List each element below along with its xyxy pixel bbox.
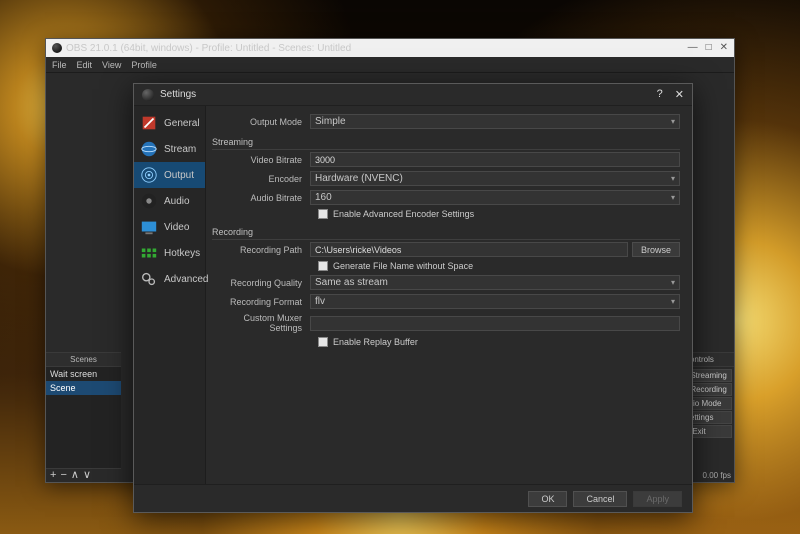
nav-label: Video bbox=[164, 222, 189, 233]
settings-content: Output Mode Simple ▾ Streaming Video Bitr… bbox=[206, 106, 692, 484]
nav-audio[interactable]: Audio bbox=[134, 188, 205, 214]
streaming-section-head: Streaming bbox=[212, 137, 680, 150]
help-icon[interactable]: ? bbox=[657, 88, 663, 101]
hotkeys-icon bbox=[140, 244, 158, 262]
chevron-down-icon: ▾ bbox=[671, 193, 675, 202]
chevron-down-icon: ▾ bbox=[671, 117, 675, 126]
video-bitrate-label: Video Bitrate bbox=[210, 155, 310, 165]
obs-title-text: OBS 21.0.1 (64bit, windows) - Profile: U… bbox=[66, 43, 351, 54]
scene-item[interactable]: Wait screen bbox=[46, 367, 121, 381]
obs-menubar: File Edit View Profile bbox=[46, 57, 734, 73]
settings-dialog: Settings ? ✕ General Stream bbox=[133, 83, 693, 513]
combo-value: flv bbox=[315, 296, 325, 307]
settings-nav: General Stream Output Audio bbox=[134, 106, 206, 484]
scene-up-icon[interactable]: ∧ bbox=[71, 470, 79, 481]
recording-format-label: Recording Format bbox=[210, 297, 310, 307]
obs-title: OBS 21.0.1 (64bit, windows) - Profile: U… bbox=[52, 43, 688, 54]
scene-item[interactable]: Scene bbox=[46, 381, 121, 395]
combo-value: Same as stream bbox=[315, 277, 388, 288]
enable-replay-buffer-label: Enable Replay Buffer bbox=[333, 337, 418, 347]
scene-down-icon[interactable]: ∨ bbox=[83, 470, 91, 481]
recording-quality-label: Recording Quality bbox=[210, 278, 310, 288]
nav-label: Hotkeys bbox=[164, 248, 200, 259]
nav-label: Advanced bbox=[164, 274, 208, 285]
encoder-label: Encoder bbox=[210, 174, 310, 184]
advanced-icon bbox=[140, 270, 158, 288]
combo-value: Simple bbox=[315, 116, 346, 127]
close-icon[interactable]: ✕ bbox=[675, 88, 684, 101]
menu-view[interactable]: View bbox=[102, 60, 121, 70]
cancel-button[interactable]: Cancel bbox=[573, 491, 627, 507]
ok-button[interactable]: OK bbox=[528, 491, 567, 507]
obs-body: Scenes Wait screen Scene + − ∧ ∨ Control… bbox=[46, 73, 734, 482]
settings-app-icon bbox=[142, 89, 154, 101]
menu-profile[interactable]: Profile bbox=[131, 60, 157, 70]
recording-format-select[interactable]: flv ▾ bbox=[310, 294, 680, 309]
browse-button[interactable]: Browse bbox=[632, 242, 680, 257]
obs-titlebar[interactable]: OBS 21.0.1 (64bit, windows) - Profile: U… bbox=[46, 39, 734, 57]
nav-output[interactable]: Output bbox=[134, 162, 205, 188]
recording-path-input[interactable] bbox=[310, 242, 628, 257]
output-mode-select[interactable]: Simple ▾ bbox=[310, 114, 680, 129]
muxer-settings-label: Custom Muxer Settings bbox=[210, 313, 310, 333]
chevron-down-icon: ▾ bbox=[671, 278, 675, 287]
nav-advanced[interactable]: Advanced bbox=[134, 266, 205, 292]
minimize-icon[interactable]: — bbox=[688, 43, 698, 53]
combo-value: 160 bbox=[315, 192, 332, 203]
dialog-footer: OK Cancel Apply bbox=[134, 484, 692, 512]
audio-bitrate-select[interactable]: 160 ▾ bbox=[310, 190, 680, 205]
muxer-settings-input[interactable] bbox=[310, 316, 680, 331]
audio-bitrate-label: Audio Bitrate bbox=[210, 193, 310, 203]
enable-advanced-encoder-checkbox[interactable] bbox=[318, 209, 328, 219]
obs-app-icon bbox=[52, 43, 62, 53]
settings-title: Settings bbox=[160, 89, 657, 100]
nav-label: Stream bbox=[164, 144, 196, 155]
apply-button[interactable]: Apply bbox=[633, 491, 682, 507]
chevron-down-icon: ▾ bbox=[671, 297, 675, 306]
add-scene-icon[interactable]: + bbox=[50, 470, 56, 481]
nav-label: General bbox=[164, 118, 200, 129]
gen-filename-label: Generate File Name without Space bbox=[333, 261, 473, 271]
maximize-icon[interactable]: □ bbox=[706, 43, 712, 53]
recording-section-head: Recording bbox=[212, 227, 680, 240]
settings-titlebar[interactable]: Settings ? ✕ bbox=[134, 84, 692, 106]
nav-general[interactable]: General bbox=[134, 110, 205, 136]
general-icon bbox=[140, 114, 158, 132]
video-bitrate-input[interactable] bbox=[310, 152, 680, 167]
audio-icon bbox=[140, 192, 158, 210]
enable-advanced-encoder-label: Enable Advanced Encoder Settings bbox=[333, 209, 474, 219]
scenes-panel: Scenes Wait screen Scene + − ∧ ∨ bbox=[46, 352, 121, 482]
menu-edit[interactable]: Edit bbox=[77, 60, 93, 70]
encoder-select[interactable]: Hardware (NVENC) ▾ bbox=[310, 171, 680, 186]
remove-scene-icon[interactable]: − bbox=[60, 470, 66, 481]
recording-quality-select[interactable]: Same as stream ▾ bbox=[310, 275, 680, 290]
scene-tools: + − ∧ ∨ bbox=[46, 468, 121, 482]
chevron-down-icon: ▾ bbox=[671, 174, 675, 183]
nav-label: Audio bbox=[164, 196, 190, 207]
enable-replay-buffer-checkbox[interactable] bbox=[318, 337, 328, 347]
output-icon bbox=[140, 166, 158, 184]
nav-video[interactable]: Video bbox=[134, 214, 205, 240]
nav-stream[interactable]: Stream bbox=[134, 136, 205, 162]
nav-label: Output bbox=[164, 170, 194, 181]
nav-hotkeys[interactable]: Hotkeys bbox=[134, 240, 205, 266]
close-icon[interactable]: ✕ bbox=[720, 43, 728, 53]
stream-icon bbox=[140, 140, 158, 158]
combo-value: Hardware (NVENC) bbox=[315, 173, 403, 184]
recording-path-label: Recording Path bbox=[210, 245, 310, 255]
video-icon bbox=[140, 218, 158, 236]
scene-list[interactable]: Wait screen Scene bbox=[46, 367, 121, 468]
menu-file[interactable]: File bbox=[52, 60, 67, 70]
obs-main-window: OBS 21.0.1 (64bit, windows) - Profile: U… bbox=[45, 38, 735, 483]
gen-filename-checkbox[interactable] bbox=[318, 261, 328, 271]
scenes-header: Scenes bbox=[46, 353, 121, 367]
output-mode-label: Output Mode bbox=[210, 117, 310, 127]
